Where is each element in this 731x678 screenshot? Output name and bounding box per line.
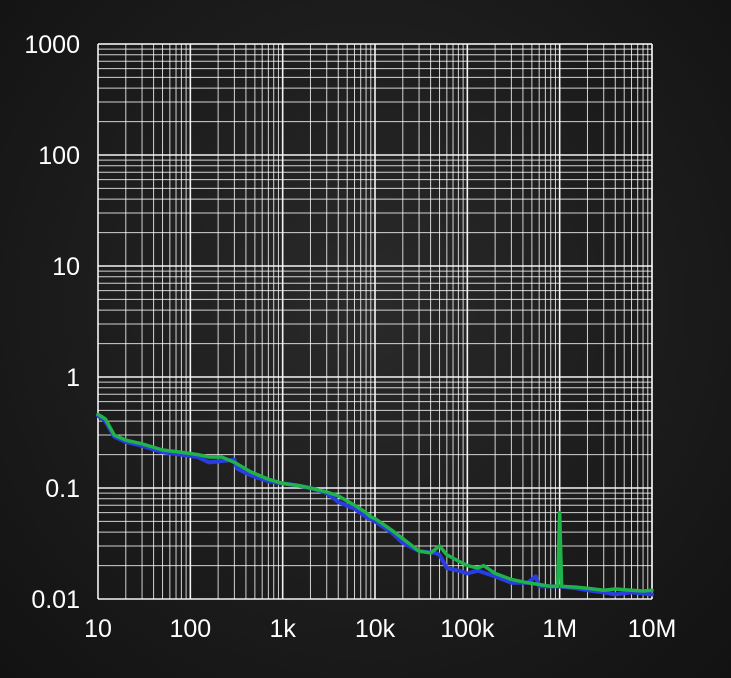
x-tick-label: 10 — [84, 615, 112, 643]
x-tick-label: 10k — [355, 615, 396, 643]
x-tick-label: 1k — [269, 615, 296, 643]
y-axis-tick-labels: 0.01 0.1 1 10 100 1000 — [24, 31, 80, 614]
y-tick-label: 10 — [52, 253, 80, 281]
x-tick-label: 100 — [169, 615, 211, 643]
frequency-response-chart: 10 100 1k 10k 100k 1M 10M 0.01 0.1 1 10 100 1000 — [24, 31, 676, 643]
y-tick-label: 100 — [38, 142, 80, 170]
x-tick-label: 10M — [628, 615, 677, 643]
chart-grid — [97, 43, 653, 600]
y-tick-label: 0.01 — [31, 586, 80, 614]
y-tick-label: 1 — [66, 364, 80, 392]
x-tick-label: 100k — [440, 615, 495, 643]
y-tick-label: 0.1 — [45, 475, 80, 503]
y-tick-label: 1000 — [24, 31, 80, 59]
x-tick-label: 1M — [542, 615, 577, 643]
x-axis-tick-labels: 10 100 1k 10k 100k 1M 10M — [84, 615, 676, 643]
